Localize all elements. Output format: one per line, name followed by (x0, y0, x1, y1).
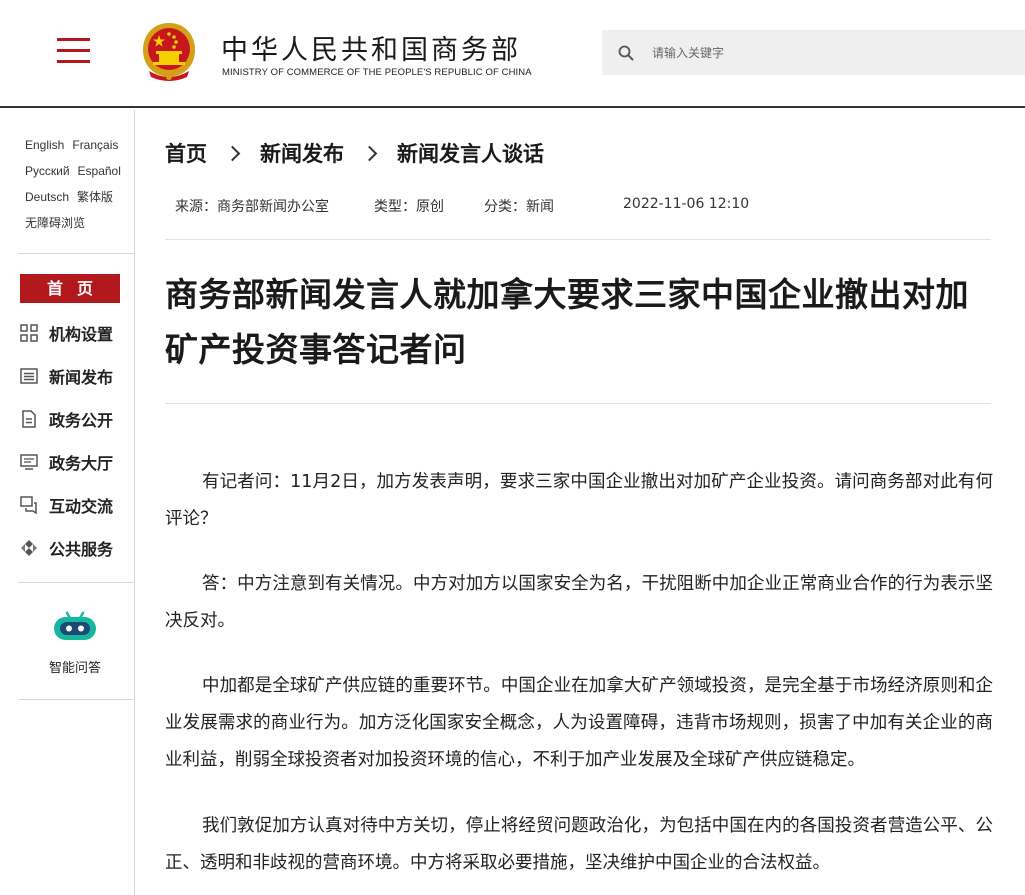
sidebar-divider (18, 582, 134, 583)
lang-spanish-link[interactable]: Español (78, 164, 121, 178)
article-paragraph: 中加都是全球矿产供应链的重要环节。中国企业在加拿大矿产领域投资，是完全基于市场经… (165, 676, 993, 770)
meta-category: 分类：新闻 (484, 199, 554, 215)
national-emblem-logo[interactable] (139, 21, 199, 85)
sidebar-divider (18, 699, 134, 700)
sidebar-item-government-affairs[interactable]: 政务公开 (20, 406, 130, 432)
site-title[interactable]: 中华人民共和国商务部 (221, 28, 521, 67)
chat-icon (20, 496, 37, 514)
hamburger-menu-icon[interactable] (57, 38, 90, 64)
accessibility-link[interactable]: 无障碍浏览 (25, 216, 85, 230)
sidebar-item-label: 互动交流 (49, 497, 114, 516)
language-links: English Français Русский Español Deutsch 繁体… (25, 132, 133, 236)
meta-divider (165, 239, 991, 240)
sidebar-home-button[interactable]: 首页 (20, 274, 120, 303)
sidebar-divider (18, 253, 134, 254)
chevron-right-icon (361, 145, 378, 161)
title-divider (165, 403, 991, 404)
sidebar-item-news[interactable]: 新闻发布 (20, 363, 130, 389)
search-icon[interactable] (618, 45, 634, 61)
breadcrumb-spokesperson[interactable]: 新闻发言人谈话 (397, 138, 544, 168)
news-list-icon (20, 368, 38, 384)
sidebar-item-label: 新闻发布 (49, 368, 114, 387)
article-paragraph: 答：中方注意到有关情况。中方对加方以国家安全为名，干扰阻断中加企业正常商业合作的… (165, 574, 993, 631)
article-paragraph: 有记者问：11月2日，加方发表声明，要求三家中国企业撤出对加矿产企业投资。请问商… (165, 472, 993, 529)
breadcrumb-home[interactable]: 首页 (165, 138, 207, 168)
sidebar-item-label: 政务大厅 (49, 454, 114, 473)
robot-assistant-icon[interactable] (52, 610, 98, 642)
sidebar-item-label: 机构设置 (49, 325, 114, 344)
breadcrumb-news[interactable]: 新闻发布 (260, 138, 344, 168)
lang-french-link[interactable]: Français (72, 138, 118, 152)
chevron-right-icon (224, 145, 241, 161)
search-bar[interactable] (602, 30, 1025, 75)
sidebar-item-service-hall[interactable]: 政务大厅 (20, 449, 130, 475)
monitor-icon (20, 454, 38, 470)
meta-datetime: 2022-11-06 12:10 (623, 196, 750, 212)
breadcrumb: 首页 新闻发布 新闻发言人谈话 (165, 138, 544, 168)
meta-source: 来源：商务部新闻办公室 (175, 199, 329, 215)
sidebar-item-interaction[interactable]: 互动交流 (20, 492, 130, 518)
sidebar-item-organization[interactable]: 机构设置 (20, 320, 130, 346)
sidebar: English Français Русский Español Deutsch 繁体… (0, 110, 135, 895)
lang-german-link[interactable]: Deutsch (25, 190, 69, 204)
sidebar-item-label: 政务公开 (49, 411, 114, 430)
search-input[interactable] (652, 45, 992, 60)
lang-traditional-chinese-link[interactable]: 繁体版 (77, 190, 113, 204)
sidebar-item-label: 公共服务 (49, 540, 114, 559)
lang-english-link[interactable]: English (25, 138, 64, 152)
org-grid-icon (20, 324, 38, 342)
document-icon (22, 410, 36, 428)
site-header: 中华人民共和国商务部 MINISTRY OF COMMERCE OF THE P… (0, 0, 1025, 108)
article-paragraph: 我们敦促加方认真对待中方关切，停止将经贸问题政治化，为包括中国在内的各国投资者营… (165, 816, 993, 873)
site-subtitle: MINISTRY OF COMMERCE OF THE PEOPLE'S REP… (222, 67, 532, 78)
sidebar-item-public-service[interactable]: 公共服务 (20, 535, 130, 561)
article-title: 商务部新闻发言人就加拿大要求三家中国企业撤出对加矿产投资事答记者问 (165, 275, 969, 369)
lang-russian-link[interactable]: Русский (25, 164, 70, 178)
assistant-label[interactable]: 智能问答 (30, 657, 120, 676)
service-diamond-icon (21, 540, 37, 556)
meta-type: 类型：原创 (374, 199, 444, 215)
